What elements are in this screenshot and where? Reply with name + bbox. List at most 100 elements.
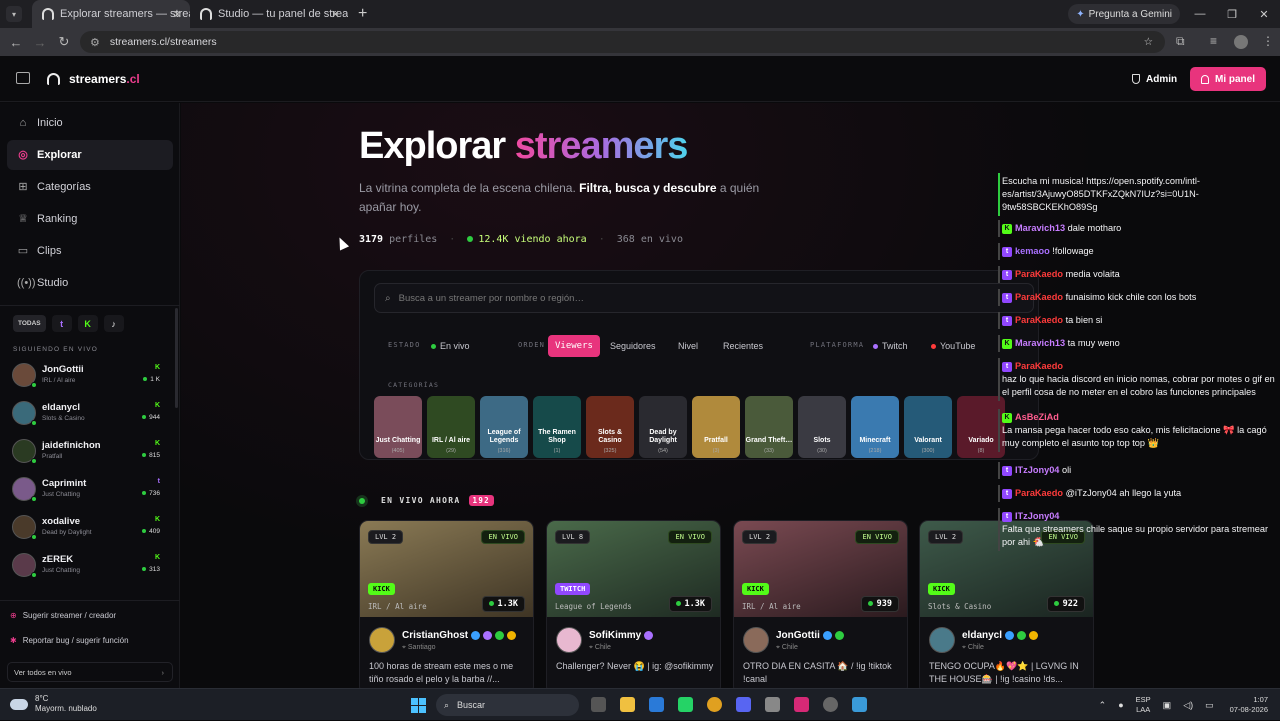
sidebar-scrollbar[interactable]: [175, 308, 178, 408]
bookmark-star-icon[interactable]: ☆: [1144, 36, 1153, 48]
see-all-live-button[interactable]: Ver todos en vivo ›: [7, 662, 173, 682]
menu-kebab-icon[interactable]: ⋮: [1262, 34, 1274, 48]
category-tile[interactable]: Slots (30): [798, 396, 846, 458]
category-tile[interactable]: Pratfall (3): [692, 396, 740, 458]
microphone-icon[interactable]: ●: [1118, 700, 1123, 710]
filter-label-plataforma: PLATAFORMA: [810, 341, 865, 349]
trophy-icon: ♕: [18, 213, 28, 225]
chat-message: t ITzJony04 Falta que streamers chile saqu…: [998, 508, 1280, 551]
cloud-icon: [10, 698, 28, 710]
extensions-icon[interactable]: ⧉: [1176, 34, 1185, 49]
close-tab-icon[interactable]: ✕: [173, 8, 182, 21]
search-input[interactable]: ⌕ Busca a un streamer por nombre o región…: [374, 283, 1034, 313]
shield-icon: [1132, 74, 1140, 84]
reload-icon[interactable]: ↻: [52, 34, 76, 50]
following-item[interactable]: xodalive Dead by Daylight K 409: [12, 513, 164, 545]
site-info-icon[interactable]: ⚙: [90, 36, 100, 49]
file-explorer-icon[interactable]: [620, 697, 635, 712]
chatgpt-icon[interactable]: [765, 697, 780, 712]
url-field[interactable]: ⚙ streamers.cl/streamers ☆: [80, 31, 1165, 53]
category-tile[interactable]: Minecraft (218): [851, 396, 899, 458]
filter-tab-twitch[interactable]: t: [51, 315, 72, 332]
close-window-icon[interactable]: ✕: [1248, 8, 1280, 21]
following-item[interactable]: eldanycl Slots & Casino K 944: [12, 399, 164, 431]
following-item[interactable]: JonGottii IRL / Al aire K 1 K: [12, 361, 164, 393]
tab-list-icon[interactable]: ▾: [6, 6, 22, 22]
category-tile[interactable]: Slots & Casino (325): [586, 396, 634, 458]
new-tab-icon[interactable]: +: [358, 5, 367, 23]
mi-panel-button[interactable]: Mi panel: [1190, 67, 1267, 91]
category-tile[interactable]: Just Chatting (405): [374, 396, 422, 458]
sidebar-item-explorar[interactable]: ◎ Explorar: [7, 140, 173, 170]
twitch-icon: t: [1002, 511, 1012, 522]
category-tile[interactable]: League of Legends (316): [480, 396, 528, 458]
sort-recientes[interactable]: Recientes: [716, 335, 770, 357]
language-indicator[interactable]: ESP LAA: [1136, 695, 1151, 715]
crown-icon: [507, 630, 517, 640]
whatsapp-icon[interactable]: [678, 697, 693, 712]
chevron-up-icon[interactable]: ⌃: [1099, 700, 1107, 711]
close-tab-icon[interactable]: ✕: [331, 8, 340, 21]
profile-avatar-icon[interactable]: [1234, 35, 1248, 49]
gemini-button[interactable]: ✦ Pregunta a Gemini: [1068, 4, 1180, 24]
sort-viewers[interactable]: Viewers: [548, 335, 600, 357]
report-bug-link[interactable]: ✱ Reportar bug / sugerir función: [10, 636, 129, 645]
sidebar-item-inicio[interactable]: ⌂ Inicio: [7, 108, 173, 138]
twitch-icon: t: [1002, 488, 1012, 499]
following-item[interactable]: Caprimint Just Chatting t 736: [12, 475, 164, 507]
discord-icon[interactable]: [736, 697, 751, 712]
back-icon[interactable]: ←: [4, 35, 28, 50]
check-icon: [1017, 630, 1027, 640]
store-icon[interactable]: [649, 697, 664, 712]
sidebar-item-ranking[interactable]: ♕ Ranking: [7, 204, 173, 234]
filter-tab-todas[interactable]: TODAS: [13, 315, 46, 332]
chrome-icon[interactable]: [707, 697, 722, 712]
chat-message: t ParaKaedo haz lo que hacia discord en in…: [998, 358, 1280, 401]
bug-icon: ✱: [10, 636, 17, 645]
sidebar-item-studio[interactable]: ((•)) Studio: [7, 268, 173, 298]
following-item[interactable]: zEREK Just Chatting K 313: [12, 551, 164, 583]
filter-estado-en-vivo[interactable]: En vivo: [424, 335, 477, 357]
forward-icon[interactable]: →: [28, 35, 52, 50]
category-tile[interactable]: Grand Theft… (33): [745, 396, 793, 458]
task-view-icon[interactable]: [591, 697, 606, 712]
media-icon[interactable]: ≡: [1210, 34, 1217, 48]
github-icon[interactable]: [823, 697, 838, 712]
volume-icon[interactable]: ◁): [1183, 700, 1193, 711]
sidebar-toggle-icon[interactable]: [16, 72, 30, 84]
category-tile[interactable]: The Ramen Shop (1): [533, 396, 581, 458]
category-tile[interactable]: IRL / Al aire (29): [427, 396, 475, 458]
filter-tab-kick[interactable]: K: [77, 315, 98, 332]
site-logo[interactable]: streamers.cl: [69, 72, 140, 86]
stream-card[interactable]: LVL 8 EN VIVO TWITCH League of Legends 1.3…: [546, 520, 721, 688]
sort-nivel[interactable]: Nivel: [671, 335, 705, 357]
sidebar-item-categorias[interactable]: ⊞ Categorías: [7, 172, 173, 202]
stream-card[interactable]: LVL 2 EN VIVO KICK IRL / Al aire 1.3K Cris…: [359, 520, 534, 688]
following-item[interactable]: jaidefinichon Pratfall K 815: [12, 437, 164, 469]
filter-platform-twitch[interactable]: Twitch: [866, 335, 915, 357]
user-plus-icon: ⊕: [10, 611, 17, 620]
filter-platform-youtube[interactable]: YouTube: [924, 335, 982, 357]
sort-seguidores[interactable]: Seguidores: [603, 335, 663, 357]
filter-tab-tiktok[interactable]: ♪: [103, 315, 124, 332]
instagram-icon[interactable]: [794, 697, 809, 712]
maximize-icon[interactable]: ❐: [1216, 8, 1248, 21]
network-icon[interactable]: ▣: [1163, 700, 1172, 711]
stream-card[interactable]: LVL 2 EN VIVO KICK IRL / Al aire 939 JonGo…: [733, 520, 908, 688]
tab-studio[interactable]: Studio — tu panel de streamer ✕: [190, 0, 348, 28]
suggest-streamer-link[interactable]: ⊕ Sugerir streamer / creador: [10, 611, 116, 620]
live-dot: [31, 534, 37, 540]
battery-icon[interactable]: ▭: [1205, 700, 1214, 711]
category-tile[interactable]: Valorant (300): [904, 396, 952, 458]
taskbar-search[interactable]: ⌕ Buscar: [436, 694, 579, 716]
clock[interactable]: 1:07 07-08-2026: [1230, 695, 1268, 715]
start-windows-icon[interactable]: [411, 698, 426, 713]
weather-widget[interactable]: 8°C Mayorm. nublado: [10, 694, 97, 714]
notepad-icon[interactable]: [852, 697, 867, 712]
category-tile[interactable]: Dead by Daylight (54): [639, 396, 687, 458]
tab-explorar[interactable]: Explorar streamers — streamers.cl ✕: [32, 0, 190, 28]
admin-button[interactable]: Admin: [1122, 67, 1187, 91]
minimize-icon[interactable]: —: [1184, 8, 1216, 20]
sidebar-item-clips[interactable]: ▭ Clips: [7, 236, 173, 266]
chat-message: t ParaKaedo funaisimo kick chile con los …: [998, 289, 1280, 306]
